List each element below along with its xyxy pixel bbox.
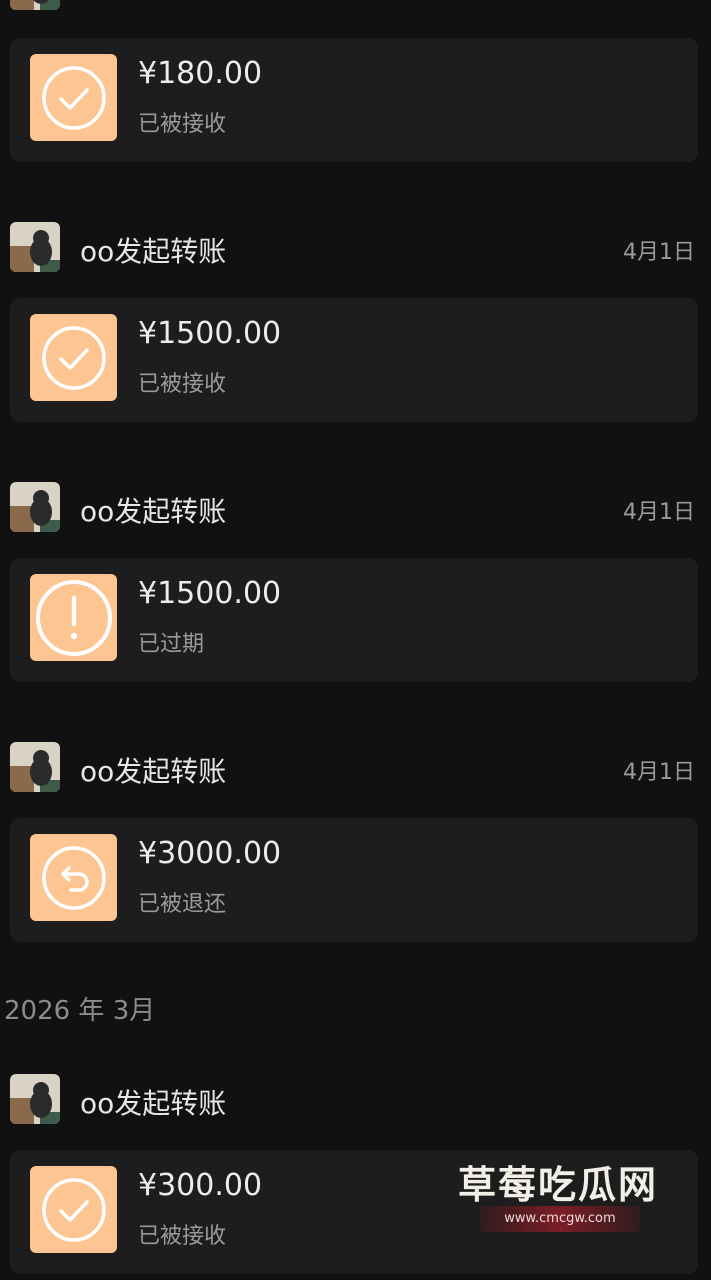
transfer-status-icon-tile	[30, 1166, 117, 1253]
check-circle-icon	[41, 325, 106, 390]
cat-avatar-icon	[10, 1074, 60, 1124]
transfer-title: oo发起转账	[80, 1087, 227, 1120]
transfer-amount: ¥180.00	[138, 56, 263, 91]
avatar	[10, 222, 60, 272]
transfer-status: 已过期	[138, 632, 205, 657]
cat-avatar-icon	[10, 482, 60, 532]
transfer-header: oo发起转账	[0, 1074, 711, 1124]
transfer-title: oo发起转账	[80, 495, 227, 528]
transfer-title: oo发起转账	[80, 755, 227, 788]
transfer-status-icon-tile	[30, 314, 117, 401]
exclamation-circle-icon	[35, 579, 112, 656]
transfer-title: oo发起转账	[80, 235, 227, 268]
transfer-date: 4月1日	[623, 760, 695, 785]
transfer-amount: ¥1500.00	[138, 576, 282, 611]
return-arrow-circle-icon	[41, 845, 106, 910]
watermark-title: 草莓吃瓜网	[458, 1163, 659, 1207]
transfer-date: 4月1日	[623, 500, 695, 525]
transfer-status: 已被退还	[138, 892, 227, 917]
transfer-header: oo发起转账 4月1日	[0, 742, 711, 792]
transfer-status-icon-tile	[30, 54, 117, 141]
avatar	[10, 0, 60, 10]
month-section-label: 2026 年 3月	[4, 996, 156, 1026]
check-circle-icon	[41, 1177, 106, 1242]
transfer-amount: ¥3000.00	[138, 836, 282, 871]
transfer-card[interactable]: ¥1500.00 已被接收	[10, 298, 698, 422]
transfer-header: oo发起转账 4月1日	[0, 222, 711, 272]
watermark: 草莓吃瓜网 www.cmcgw.com	[440, 1150, 690, 1240]
transfer-status: 已被接收	[138, 112, 227, 137]
cat-avatar-icon	[10, 742, 60, 792]
avatar	[10, 482, 60, 532]
transfer-history-screen: ¥180.00 已被接收 oo发起转账 4月1日 ¥1500.00 已被接收 o…	[0, 0, 711, 1280]
cat-avatar-icon	[10, 222, 60, 272]
transfer-date: 4月1日	[623, 240, 695, 265]
transfer-status-icon-tile	[30, 574, 117, 661]
transfer-card[interactable]: ¥1500.00 已过期	[10, 558, 698, 682]
avatar	[10, 1074, 60, 1124]
transfer-status: 已被接收	[138, 372, 227, 397]
transfer-amount: ¥1500.00	[138, 316, 282, 351]
transfer-header: oo发起转账 4月1日	[0, 482, 711, 532]
transfer-status: 已被接收	[138, 1224, 227, 1249]
watermark-url: www.cmcgw.com	[480, 1206, 640, 1232]
transfer-status-icon-tile	[30, 834, 117, 921]
cat-avatar-icon	[10, 0, 60, 10]
avatar	[10, 742, 60, 792]
transfer-card[interactable]: ¥180.00 已被接收	[10, 38, 698, 162]
check-circle-icon	[41, 65, 106, 130]
transfer-card[interactable]: ¥3000.00 已被退还	[10, 818, 698, 942]
transfer-amount: ¥300.00	[138, 1168, 263, 1203]
